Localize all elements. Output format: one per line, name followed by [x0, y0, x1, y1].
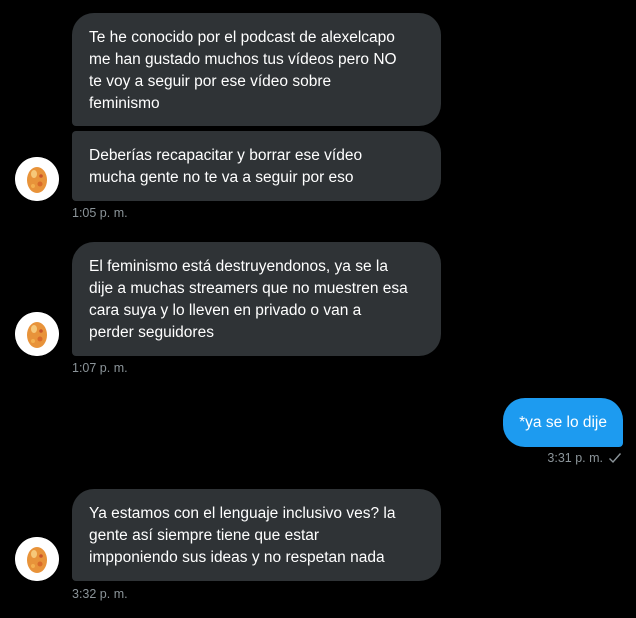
sender-avatar[interactable] — [15, 537, 59, 581]
message-timestamp: 3:32 p. m. — [72, 587, 128, 601]
egg-avatar-icon — [15, 537, 59, 581]
incoming-message[interactable]: Te he conocido por el podcast de alexelc… — [72, 13, 441, 126]
incoming-message[interactable]: Ya estamos con el lenguaje inclusivo ves… — [72, 489, 441, 581]
sender-avatar[interactable] — [15, 157, 59, 201]
egg-avatar-icon — [15, 157, 59, 201]
sender-avatar[interactable] — [15, 312, 59, 356]
message-timestamp: 1:05 p. m. — [72, 206, 128, 220]
incoming-message[interactable]: El feminismo está destruyendonos, ya se … — [72, 242, 441, 356]
message-timestamp: 1:07 p. m. — [72, 361, 128, 375]
checkmark-icon — [609, 453, 622, 464]
incoming-message[interactable]: Deberías recapacitar y borrar ese vídeo … — [72, 131, 441, 201]
outgoing-message[interactable]: *ya se lo dije — [503, 398, 623, 447]
message-timestamp: 3:31 p. m. — [547, 451, 603, 465]
message-timestamp-row: 3:31 p. m. — [547, 451, 622, 465]
egg-avatar-icon — [15, 312, 59, 356]
dm-conversation: Te he conocido por el podcast de alexelc… — [0, 0, 636, 618]
